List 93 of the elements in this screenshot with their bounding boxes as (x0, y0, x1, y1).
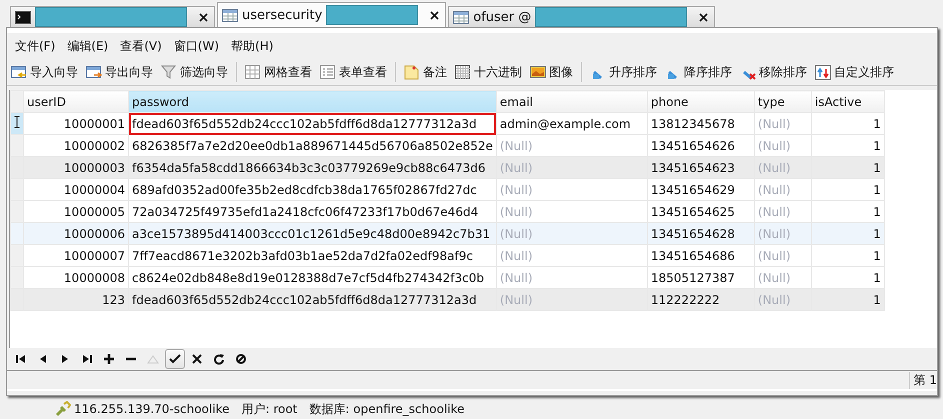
table-icon (453, 10, 470, 24)
custom-sort-icon (815, 64, 831, 80)
table-cell: admin@example.com (496, 112, 648, 134)
table-cell: 1 (811, 112, 884, 134)
first-record-icon (15, 353, 27, 365)
menu-item[interactable]: 编辑(E) (67, 38, 108, 54)
close-icon (699, 12, 708, 22)
import-icon (11, 64, 27, 80)
connection-icon (55, 401, 71, 417)
menu-item[interactable]: 查看(V) (120, 38, 162, 54)
table-cell: 10000006 (24, 222, 128, 244)
toolbar-button[interactable]: 筛选向导 (161, 64, 228, 80)
toolbar-button[interactable]: 移除排序 (740, 64, 807, 80)
note-icon (404, 64, 420, 80)
table-cell: 13451654686 (647, 244, 754, 266)
tab[interactable]: usersecurity (217, 2, 446, 27)
table-cell: (Null) (496, 156, 648, 178)
table-cell: (Null) (754, 112, 812, 134)
table-cell: 112222222 (647, 288, 754, 310)
table-cell: 13812345678 (647, 112, 754, 134)
image-icon (530, 64, 546, 80)
export-icon (86, 64, 102, 80)
table-cell: fdead603f65d552db24ccc102ab5fdff6d8da12777312a3d (128, 288, 496, 310)
table-cell: (Null) (754, 222, 812, 244)
cross-icon (191, 353, 203, 365)
user-label: 用户: root (241, 400, 298, 418)
table-cell: 689afd0352ad00fe35b2ed8cdfcb38da1765f02867fd27dc (128, 178, 496, 200)
table-cell: (Null) (496, 288, 648, 310)
table-cell: 1 (811, 178, 884, 200)
triangle-icon (147, 353, 159, 365)
menu-item[interactable]: 帮助(H) (231, 38, 274, 54)
toolbar-button[interactable]: 导入向导 (11, 64, 78, 80)
table-cell: (Null) (496, 222, 648, 244)
tab[interactable]: ofuser @ (448, 6, 716, 27)
column-header[interactable]: userID (24, 90, 128, 112)
toolbar-button[interactable]: 十六进制 (455, 64, 522, 80)
refresh-icon (213, 353, 225, 365)
record-status: 第 1 (908, 372, 937, 388)
column-header[interactable]: isActive (811, 90, 884, 112)
row-selector[interactable] (10, 112, 24, 134)
column-header[interactable]: phone (647, 90, 754, 112)
table-cell: 13451654629 (647, 178, 754, 200)
table-cell: 1 (811, 222, 884, 244)
toolbar-button[interactable]: 升序排序 (590, 64, 657, 80)
column-header[interactable]: type (754, 90, 812, 112)
column-header[interactable]: password (128, 90, 496, 112)
toolbar-button[interactable]: 导出向导 (86, 64, 153, 80)
table-cell: 7ff7eacd8671e3202b3afd03b1ae52da7d2fa02edf98af9c (128, 244, 496, 266)
menu-item[interactable]: 窗口(W) (174, 38, 220, 54)
toolbar-button[interactable]: 表单查看 (320, 64, 387, 80)
toolbar-button[interactable]: 自定义排序 (815, 64, 894, 80)
toolbar-button[interactable]: 备注 (404, 64, 447, 80)
table-cell: 10000003 (24, 156, 128, 178)
table-cell: 13451654623 (647, 156, 754, 178)
table-cell: 10000001 (24, 112, 128, 134)
close-icon (430, 10, 440, 20)
grid-icon (245, 64, 261, 80)
connection-name: 116.255.139.70-schoolike (74, 402, 230, 416)
last-record-icon (81, 353, 93, 365)
table-cell: 1 (811, 288, 884, 310)
table-cell: 1 (811, 156, 884, 178)
edit-field[interactable]: fdead603f65d552db24ccc102ab5fdff6d8da12777312a3d (128, 112, 496, 134)
column-header[interactable]: email (496, 90, 648, 112)
table-icon (222, 8, 238, 22)
table-cell: (Null) (754, 288, 812, 310)
toolbar-button[interactable]: 网格查看 (245, 64, 312, 80)
table-cell: (Null) (496, 244, 648, 266)
table-cell: 13451654628 (647, 222, 754, 244)
check-icon (169, 353, 181, 365)
menu-item[interactable]: 文件(F) (15, 38, 56, 54)
stop-icon (235, 353, 247, 365)
terminal-icon (15, 10, 31, 24)
navigator-button[interactable] (165, 349, 185, 369)
table-cell: 1 (811, 244, 884, 266)
database-label: 数据库: openfire_schoolike (309, 400, 465, 418)
text-cursor-icon (14, 116, 20, 128)
table-cell: (Null) (754, 244, 812, 266)
table-cell: (Null) (754, 156, 812, 178)
plus-icon (103, 353, 115, 365)
table-cell: (Null) (496, 178, 648, 200)
toolbar-button[interactable]: 降序排序 (665, 64, 732, 80)
toolbar-button[interactable]: 图像 (530, 64, 573, 80)
form-icon (320, 64, 336, 80)
funnel-icon (161, 64, 177, 80)
table-cell: 10000007 (24, 244, 128, 266)
table-cell: f6354da5fa58cdd1866634b3c3c03779269e9cb88c6473d6 (128, 156, 496, 178)
hex-grid-icon (455, 64, 471, 80)
table-cell: 10000004 (24, 178, 128, 200)
tab[interactable] (10, 6, 215, 27)
table-cell: 123 (24, 288, 128, 310)
table-cell: a3ce1573895d414003ccc01c1261d5e9c48d00e8942c7b31 (128, 222, 496, 244)
table-cell: (Null) (754, 178, 812, 200)
close-icon (199, 12, 208, 22)
